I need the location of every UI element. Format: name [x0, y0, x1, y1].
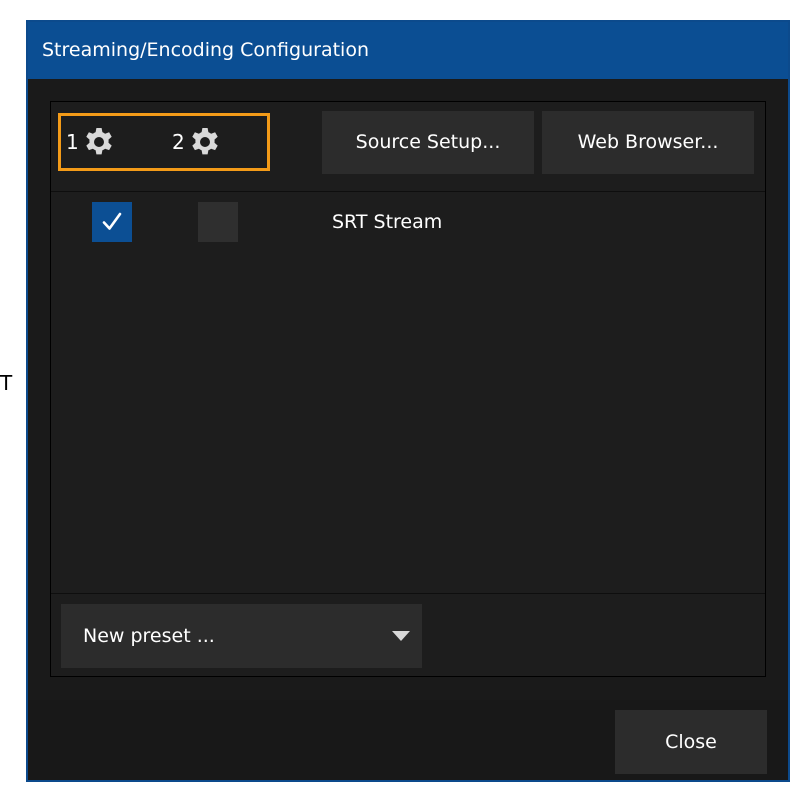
checkmark-icon — [102, 212, 122, 230]
panel-toolbar: 1 2 Source Setup... Web Browser... — [51, 102, 765, 192]
gear-icon — [86, 128, 112, 155]
screenshot-page: T Streaming/Encoding Configuration 1 2 S… — [0, 0, 795, 791]
encoder-config-group: 1 2 — [58, 113, 270, 171]
background-text-fragment: T — [0, 371, 13, 395]
gear-icon — [192, 128, 218, 155]
stream-row: SRT Stream — [51, 202, 765, 242]
preset-dropdown-value: New preset ... — [83, 625, 215, 647]
web-browser-button[interactable]: Web Browser... — [542, 111, 754, 174]
close-button[interactable]: Close — [615, 710, 767, 774]
stream-name: SRT Stream — [332, 211, 443, 233]
encoder-2-config-button[interactable]: 2 — [172, 126, 221, 158]
config-panel: 1 2 Source Setup... Web Browser... SRT S… — [50, 101, 766, 677]
source-setup-button[interactable]: Source Setup... — [322, 111, 534, 174]
divider — [51, 593, 765, 594]
streaming-config-dialog: Streaming/Encoding Configuration 1 2 Sou… — [26, 20, 790, 782]
stream-encoder-1-checkbox[interactable] — [92, 202, 132, 242]
stream-encoder-2-checkbox[interactable] — [198, 202, 238, 242]
encoder-2-number: 2 — [172, 130, 185, 154]
preset-dropdown[interactable]: New preset ... — [61, 604, 422, 668]
encoder-1-config-button[interactable]: 1 — [66, 126, 115, 158]
encoder-1-number: 1 — [66, 130, 79, 154]
chevron-down-icon — [392, 631, 410, 641]
dialog-title: Streaming/Encoding Configuration — [28, 22, 788, 79]
